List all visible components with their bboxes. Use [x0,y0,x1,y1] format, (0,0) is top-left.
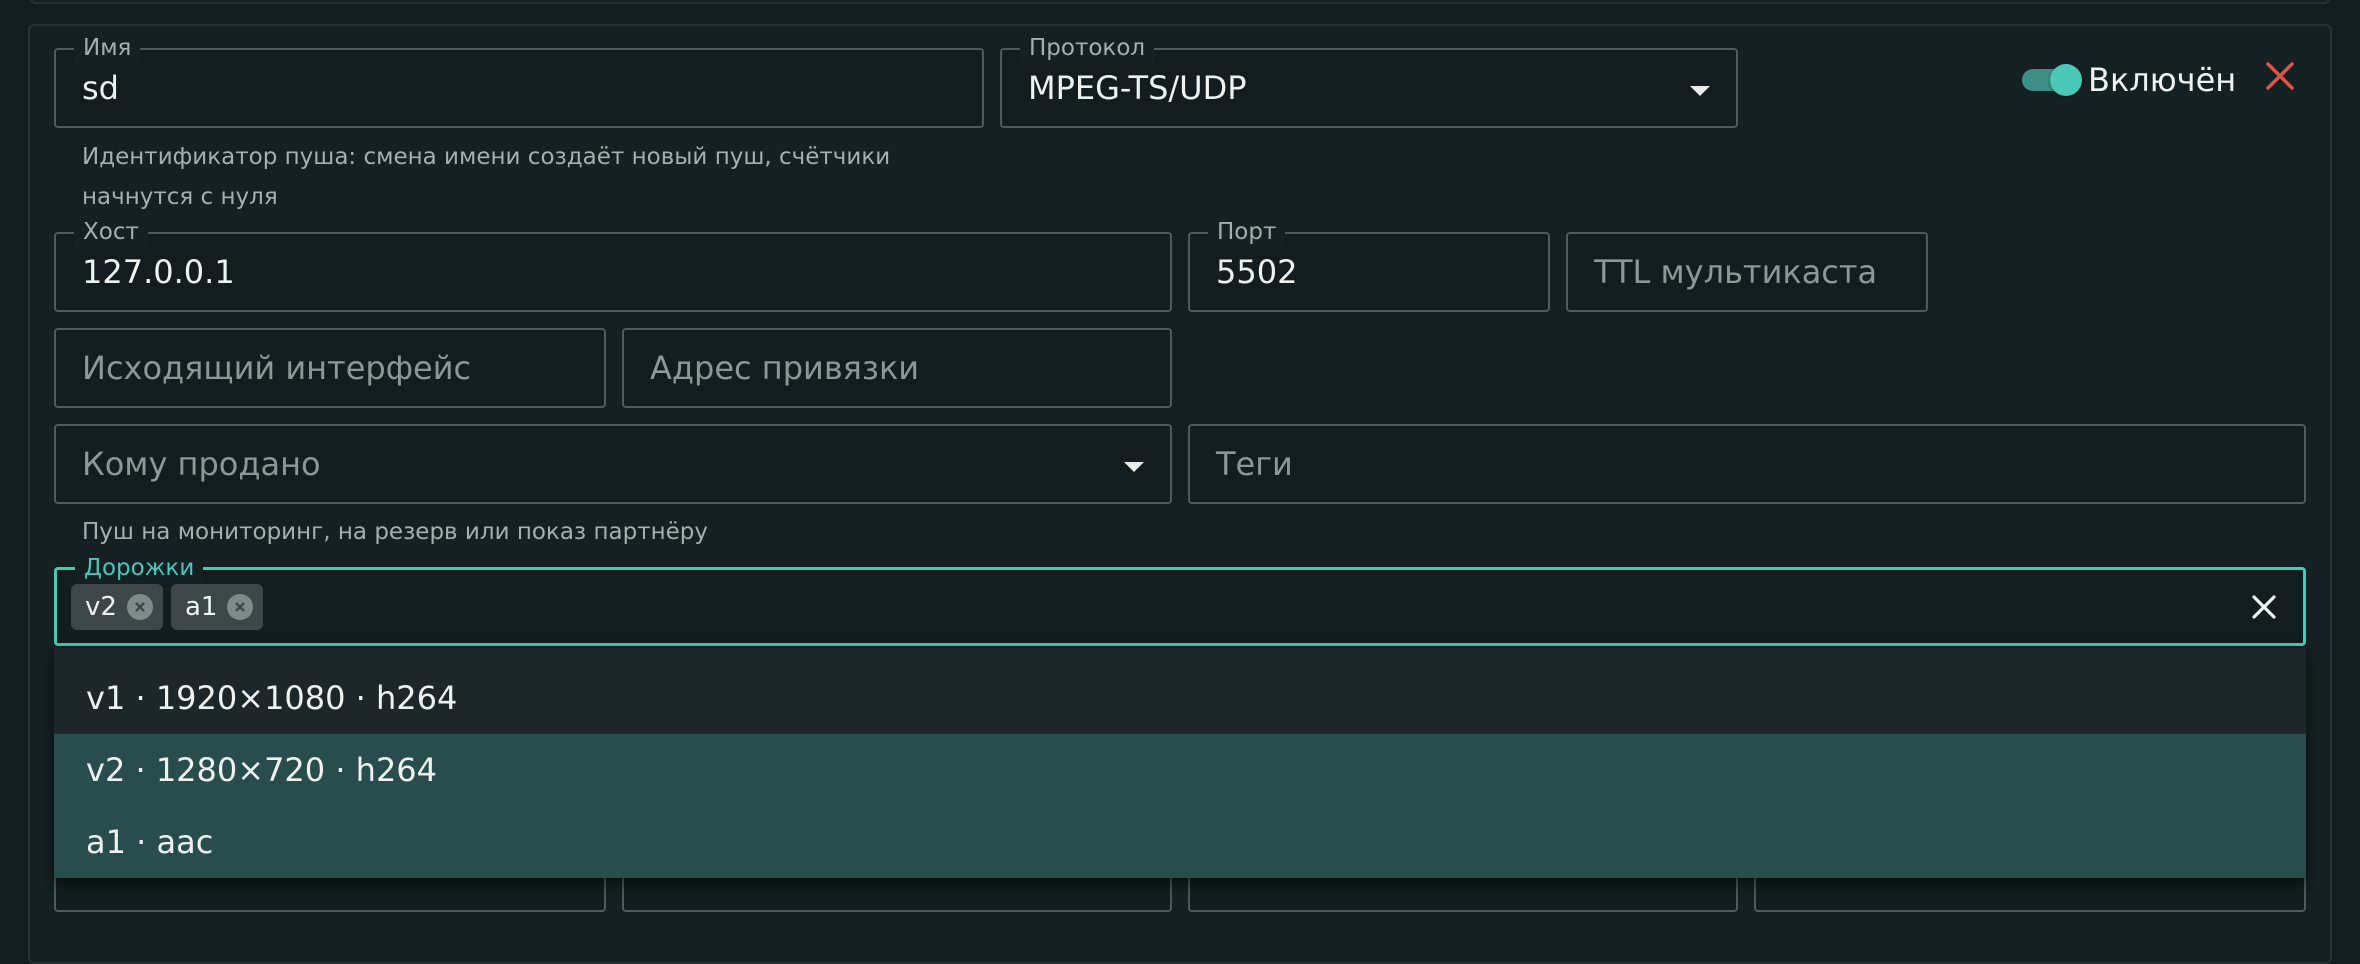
chevron-down-icon [1690,86,1710,96]
sold-to-select[interactable]: Кому продано [54,424,1172,504]
bind-address-field[interactable]: Адрес привязки [622,328,1172,408]
host-field[interactable]: Хост 127.0.0.1 [54,217,1172,312]
protocol-select[interactable]: Протокол MPEG-TS/UDP [1000,33,1738,128]
name-label: Имя [74,33,141,63]
sold-to-placeholder: Кому продано [82,445,321,483]
clear-tracks-button[interactable] [2249,592,2279,622]
name-helper-line-2: начнутся с нуля [82,184,278,210]
previous-push-card [30,0,2330,4]
name-field[interactable]: Имя sd [54,33,984,128]
track-option-v1[interactable]: v1 · 1920×1080 · h264 [54,662,2306,734]
close-icon [2252,595,2276,619]
chevron-down-icon [1124,462,1144,472]
close-icon [2266,62,2294,90]
track-chip-v2[interactable]: v2 [71,583,163,630]
protocol-label: Протокол [1020,33,1155,63]
chip-label: v2 [85,591,117,622]
port-label: Порт [1208,217,1286,247]
cancel-circle-icon[interactable] [126,593,153,620]
track-option-a1[interactable]: a1 · aac [54,806,2306,878]
enabled-toggle[interactable]: Включён [2020,58,2270,102]
bind-address-placeholder: Адрес привязки [650,349,920,387]
chip-label: a1 [184,591,218,622]
outgoing-interface-placeholder: Исходящий интерфейс [82,349,472,387]
outgoing-interface-field[interactable]: Исходящий интерфейс [54,328,606,408]
host-value: 127.0.0.1 [82,253,235,291]
remove-push-button[interactable] [2262,58,2298,94]
toggle-thumb [2050,64,2082,96]
name-value: sd [82,69,119,107]
sold-to-helper: Пуш на мониторинг, на резерв или показ п… [82,519,708,545]
name-helper-line-1: Идентификатор пуша: смена имени создаёт … [82,144,891,170]
tracks-dropdown-menu: v1 · 1920×1080 · h264 v2 · 1280×720 · h2… [54,648,2306,878]
protocol-value: MPEG-TS/UDP [1028,69,1247,107]
ttl-placeholder: TTL мультикаста [1594,253,1878,291]
track-option-v2[interactable]: v2 · 1280×720 · h264 [54,734,2306,806]
tags-field[interactable]: Теги [1188,424,2306,504]
host-label: Хост [74,217,148,247]
track-chip-a1[interactable]: a1 [170,583,264,630]
ttl-multicast-field[interactable]: TTL мультикаста [1566,232,1928,312]
name-helper: Идентификатор пуша: смена имени создаёт … [82,137,982,217]
cancel-circle-icon[interactable] [227,593,254,620]
port-field[interactable]: Порт 5502 [1188,217,1550,312]
tracks-autocomplete[interactable]: Дорожки v2 a1 [54,553,2306,646]
enabled-label: Включён [2088,61,2237,99]
tracks-label: Дорожки [75,553,204,583]
tags-placeholder: Теги [1216,445,1293,483]
port-value: 5502 [1216,253,1298,291]
